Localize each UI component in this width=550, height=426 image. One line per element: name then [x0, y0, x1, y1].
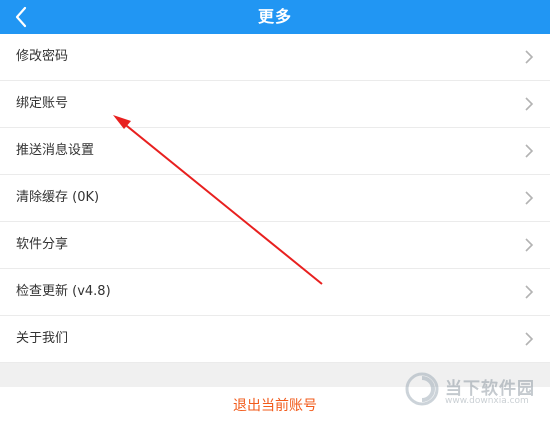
chevron-right-icon — [525, 332, 534, 346]
chevron-right-icon — [525, 285, 534, 299]
chevron-right-icon — [525, 238, 534, 252]
top-bar: 更多 — [0, 0, 550, 34]
menu-item-label: 绑定账号 — [16, 96, 69, 111]
site-watermark: 当下软件园 www.downxia.com — [405, 372, 545, 412]
watermark-url: www.downxia.com — [445, 396, 529, 406]
menu-item-push-settings[interactable]: 推送消息设置 — [0, 128, 550, 175]
chevron-right-icon — [525, 97, 534, 111]
menu-item-about-us[interactable]: 关于我们 — [0, 316, 550, 363]
chevron-right-icon — [525, 191, 534, 205]
menu-item-check-update[interactable]: 检查更新 (v4.8) — [0, 269, 550, 316]
settings-more-screen: 更多 修改密码 绑定账号 推送消息设置 清除缓存 (0K) 软件分享 检查更新 … — [0, 0, 550, 426]
watermark-logo-icon — [405, 372, 439, 406]
menu-item-label: 软件分享 — [16, 237, 69, 252]
settings-menu: 修改密码 绑定账号 推送消息设置 清除缓存 (0K) 软件分享 检查更新 (v4… — [0, 34, 550, 363]
chevron-right-icon — [525, 144, 534, 158]
menu-item-label: 检查更新 (v4.8) — [16, 284, 111, 299]
menu-item-label: 修改密码 — [16, 49, 69, 64]
menu-item-change-password[interactable]: 修改密码 — [0, 34, 550, 81]
page-title: 更多 — [257, 7, 292, 26]
menu-item-clear-cache[interactable]: 清除缓存 (0K) — [0, 175, 550, 222]
menu-item-label: 清除缓存 (0K) — [16, 190, 100, 205]
menu-item-share-app[interactable]: 软件分享 — [0, 222, 550, 269]
menu-item-label: 推送消息设置 — [16, 143, 95, 158]
menu-item-bind-account[interactable]: 绑定账号 — [0, 81, 550, 128]
chevron-right-icon — [525, 50, 534, 64]
menu-item-label: 关于我们 — [16, 331, 69, 346]
